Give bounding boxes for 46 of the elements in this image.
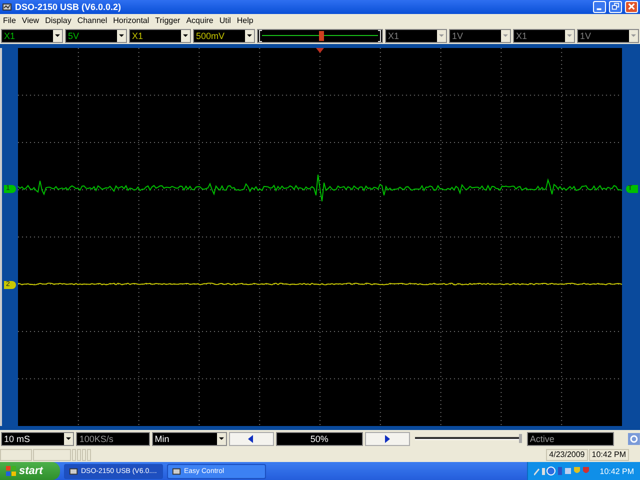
menu-item[interactable]: Util — [219, 16, 231, 26]
restore-button[interactable] — [609, 0, 622, 13]
dropdown[interactable]: 1V — [577, 28, 639, 43]
dropdown[interactable]: 1V — [449, 28, 511, 43]
menu-item[interactable]: Channel — [77, 16, 108, 26]
restore-icon — [611, 2, 620, 12]
menu-item[interactable]: View — [22, 16, 40, 26]
app-icon — [172, 466, 181, 476]
scroll-right-button[interactable] — [365, 432, 410, 446]
status-time: 10:42 PM — [588, 448, 629, 461]
slider-thumb[interactable] — [518, 434, 522, 443]
taskbar-clock: 10:42 PM — [600, 466, 634, 476]
menu-item[interactable]: Display — [45, 16, 72, 26]
scroll-left-button[interactable] — [229, 432, 274, 446]
close-button[interactable] — [625, 0, 638, 13]
horizontal-slider[interactable] — [414, 432, 522, 445]
menu-item[interactable]: Trigger — [155, 16, 180, 26]
window-title: DSO-2150 USB (V6.0.0.2) — [15, 2, 122, 12]
position-field: 50% — [276, 432, 364, 446]
dropdown[interactable]: X1 — [385, 28, 447, 43]
dropdown[interactable]: Min — [152, 432, 228, 446]
minimize-button[interactable] — [593, 0, 606, 13]
right-arrow-icon — [383, 434, 392, 443]
status-field: Active — [526, 432, 614, 446]
gear-icon[interactable] — [628, 432, 640, 445]
trigger-marker-icon — [316, 48, 324, 54]
slider-thumb[interactable] — [319, 30, 324, 41]
menu-item[interactable]: Horizontal — [113, 16, 150, 26]
menu-item[interactable]: Help — [236, 16, 254, 26]
status-panel — [0, 448, 32, 461]
dropdown[interactable]: X1 — [1, 28, 63, 43]
app-icon — [2, 2, 12, 12]
left-arrow-icon — [247, 434, 256, 443]
app-icon — [69, 466, 78, 476]
trigger-position-slider[interactable] — [257, 28, 383, 43]
status-date: 4/23/2009 — [546, 448, 588, 461]
menu-item[interactable]: Acquire — [186, 16, 214, 26]
dropdown[interactable]: 500mV — [193, 28, 255, 43]
dropdown[interactable]: X1 — [513, 28, 575, 43]
close-icon — [627, 2, 636, 12]
dropdown[interactable]: 5V — [65, 28, 127, 43]
windows-logo-icon — [6, 466, 16, 476]
menu-item[interactable]: File — [3, 16, 16, 26]
dropdown[interactable]: 10 mS — [1, 432, 74, 446]
sample-rate-field: 100KS/s — [76, 432, 150, 446]
dropdown[interactable]: X1 — [129, 28, 191, 43]
